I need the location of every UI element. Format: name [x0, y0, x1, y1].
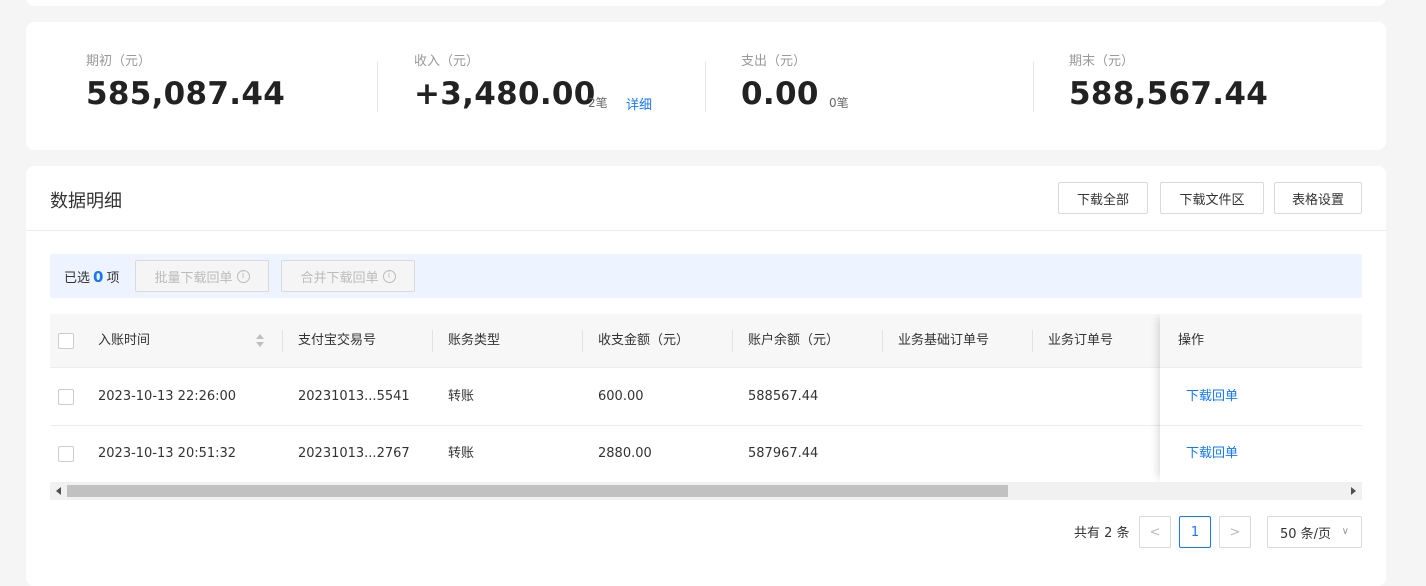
prev-page-button[interactable]: < — [1139, 516, 1171, 548]
column-header-order: 业务订单号 — [1048, 333, 1114, 348]
select-all-checkbox[interactable] — [58, 333, 74, 349]
batch-download-receipt-button[interactable]: 批量下载回单 i — [135, 260, 269, 292]
scroll-left-arrow-icon[interactable] — [56, 487, 61, 495]
selection-count-text: 已选 0 项 — [64, 267, 119, 286]
scrollbar-thumb[interactable] — [67, 485, 1008, 497]
cell-trade-no: 20231013...2767 — [298, 446, 410, 461]
expense-count: 0笔 — [829, 96, 849, 110]
table-row: 2023-10-13 20:51:32 20231013...2767 转账 2… — [50, 426, 1362, 482]
panel-divider — [26, 230, 1386, 231]
download-files-button[interactable]: 下载文件区 — [1160, 182, 1264, 214]
cell-time: 2023-10-13 22:26:00 — [98, 389, 237, 404]
column-divider — [432, 330, 433, 352]
table-header: 入账时间 支付宝交易号 账务类型 收支金额（元） 账户余额（元） 业务基础订单号… — [50, 314, 1362, 368]
page-size-select[interactable]: 50 条/页 ∨ — [1267, 516, 1362, 548]
cell-balance: 587967.44 — [748, 446, 819, 461]
panel-title: 数据明细 — [50, 191, 122, 212]
column-header-time[interactable]: 入账时间 — [98, 314, 150, 368]
cell-amount: 600.00 — [598, 389, 644, 404]
closing-label: 期末（元） — [1069, 54, 1135, 69]
row-checkbox[interactable] — [58, 446, 74, 462]
info-icon: i — [382, 269, 396, 283]
selection-count: 0 — [93, 268, 104, 286]
batch-download-label: 批量下载回单 — [154, 270, 233, 286]
previous-card-edge — [26, 0, 1386, 6]
chevron-right-icon: > — [1229, 524, 1241, 540]
scroll-right-arrow-icon[interactable] — [1351, 487, 1356, 495]
selection-prefix: 已选 — [64, 271, 91, 286]
income-detail-link[interactable]: 详细 — [626, 94, 652, 113]
cell-trade-no: 20231013...5541 — [298, 389, 410, 404]
sort-icon[interactable] — [256, 334, 264, 348]
column-header-amount: 收支金额（元） — [598, 333, 690, 348]
row-checkbox[interactable] — [58, 389, 74, 405]
column-header-base-order: 业务基础订单号 — [898, 333, 990, 348]
expense-label: 支出（元） — [741, 54, 807, 69]
income-count: 2笔 — [588, 96, 608, 110]
download-all-button[interactable]: 下载全部 — [1058, 182, 1148, 214]
divider — [1033, 62, 1034, 112]
column-divider — [282, 330, 283, 352]
transactions-table: 入账时间 支付宝交易号 账务类型 收支金额（元） 账户余额（元） 业务基础订单号… — [50, 314, 1362, 482]
merge-download-receipt-button[interactable]: 合并下载回单 i — [281, 260, 415, 292]
divider — [705, 62, 706, 112]
income-label: 收入（元） — [414, 54, 480, 69]
cell-amount: 2880.00 — [598, 446, 652, 461]
page-1-button[interactable]: 1 — [1179, 516, 1211, 548]
chevron-down-icon: ∨ — [1341, 526, 1349, 537]
page-size-value: 50 条/页 — [1280, 526, 1332, 542]
data-detail-panel: 数据明细 下载全部 下载文件区 表格设置 已选 0 项 批量下载回单 i 合并下载回… — [26, 166, 1386, 586]
next-page-button[interactable]: > — [1219, 516, 1251, 548]
column-divider — [732, 330, 733, 352]
cell-balance: 588567.44 — [748, 389, 819, 404]
expense-value: 0.00 — [741, 76, 819, 112]
download-receipt-link[interactable]: 下载回单 — [1186, 369, 1238, 425]
table-settings-button[interactable]: 表格设置 — [1274, 182, 1362, 214]
column-header-action: 操作 — [1178, 333, 1205, 348]
merge-download-label: 合并下载回单 — [300, 270, 379, 286]
info-icon: i — [236, 269, 250, 283]
summary-card: 期初（元） 585,087.44 收入（元） +3,480.00 2笔 详细 支… — [26, 22, 1386, 150]
cell-time: 2023-10-13 20:51:32 — [98, 446, 237, 461]
column-divider — [582, 330, 583, 352]
cell-type: 转账 — [448, 446, 475, 461]
table-row: 2023-10-13 22:26:00 20231013...5541 转账 6… — [50, 369, 1362, 426]
column-header-balance: 账户余额（元） — [748, 333, 840, 348]
pagination-total: 共有 2 条 — [1074, 526, 1130, 541]
selection-bar: 已选 0 项 批量下载回单 i 合并下载回单 i — [50, 254, 1362, 298]
column-divider — [1032, 330, 1033, 352]
column-header-type: 账务类型 — [448, 333, 501, 348]
selection-suffix: 项 — [106, 271, 120, 286]
opening-value: 585,087.44 — [86, 76, 286, 112]
download-receipt-link[interactable]: 下载回单 — [1186, 426, 1238, 482]
opening-label: 期初（元） — [86, 54, 152, 69]
chevron-left-icon: < — [1149, 524, 1161, 540]
divider — [377, 62, 378, 112]
closing-value: 588,567.44 — [1069, 76, 1269, 112]
income-value: +3,480.00 — [414, 76, 596, 112]
column-divider — [882, 330, 883, 352]
cell-type: 转账 — [448, 389, 475, 404]
column-header-trade-no: 支付宝交易号 — [298, 333, 377, 348]
horizontal-scrollbar[interactable] — [50, 482, 1362, 500]
